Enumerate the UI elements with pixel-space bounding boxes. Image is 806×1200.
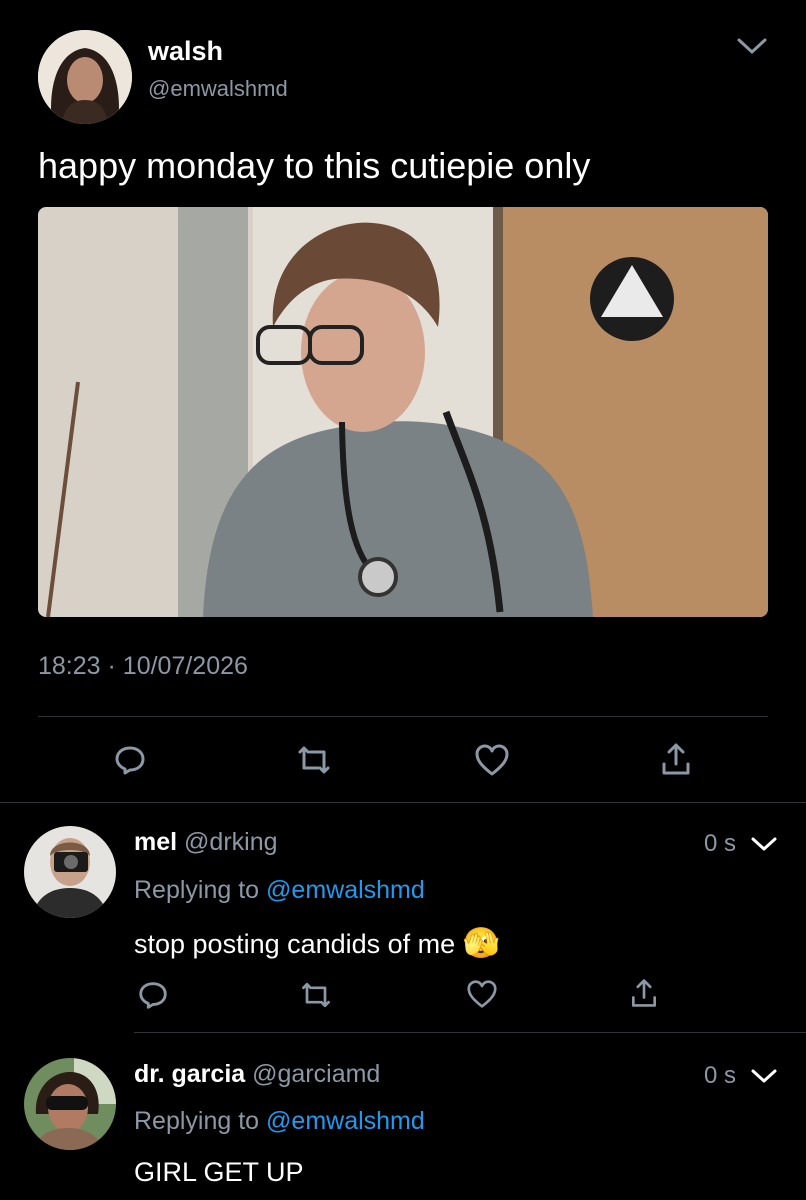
reply-icon[interactable] [136, 978, 170, 1012]
face-peeking-emoji: 🫣 [462, 927, 501, 960]
tweet-timestamp: 18:23 · 10/07/2026 [38, 652, 248, 681]
heart-icon[interactable] [473, 743, 511, 777]
reply-avatar[interactable] [24, 826, 116, 918]
author-name[interactable]: walsh [148, 36, 223, 67]
reply-time: 0 s [704, 830, 737, 857]
share-icon[interactable] [628, 976, 660, 1010]
reply-author-handle[interactable]: @drking [184, 828, 277, 856]
tweet-date: 10/07/2026 [122, 652, 248, 680]
replying-to-handle[interactable]: @emwalshmd [266, 1107, 425, 1135]
replying-to-handle[interactable]: @emwalshmd [266, 876, 425, 904]
reply-icon[interactable] [112, 742, 148, 778]
chevron-down-icon[interactable] [750, 1066, 778, 1086]
reply-avatar[interactable] [24, 1058, 116, 1150]
chevron-down-icon[interactable] [736, 34, 768, 58]
divider [38, 716, 768, 717]
reply-header: mel @drking [134, 828, 278, 857]
tweet-image[interactable] [38, 207, 768, 617]
share-icon[interactable] [658, 740, 694, 778]
heart-icon[interactable] [465, 979, 499, 1009]
replying-to: Replying to @emwalshmd [134, 876, 425, 905]
reply-time: 0 s [704, 1062, 737, 1089]
replying-to-label: Replying to [134, 1107, 260, 1135]
chevron-down-icon[interactable] [750, 834, 778, 854]
reply-author-handle[interactable]: @garciamd [252, 1060, 380, 1088]
replying-to: Replying to @emwalshmd [134, 1107, 425, 1136]
author-handle[interactable]: @emwalshmd [148, 76, 288, 102]
timestamp-separator: · [107, 652, 116, 680]
reply-author-name[interactable]: dr. garcia [134, 1060, 245, 1088]
divider [134, 1032, 806, 1033]
tweet-time: 18:23 [38, 652, 101, 680]
tweet-text: happy monday to this cutiepie only [38, 145, 591, 186]
retweet-icon[interactable] [294, 742, 334, 778]
divider [0, 802, 806, 803]
reply-text-content: stop posting candids of me [134, 929, 456, 959]
reply-author-name[interactable]: mel [134, 828, 177, 856]
author-avatar[interactable] [38, 30, 132, 124]
reply-header: dr. garcia @garciamd [134, 1060, 380, 1089]
reply-text: GIRL GET UP [134, 1157, 304, 1187]
retweet-icon[interactable] [298, 978, 334, 1012]
replying-to-label: Replying to [134, 876, 260, 904]
reply-text: stop posting candids of me 🫣 [134, 926, 500, 961]
